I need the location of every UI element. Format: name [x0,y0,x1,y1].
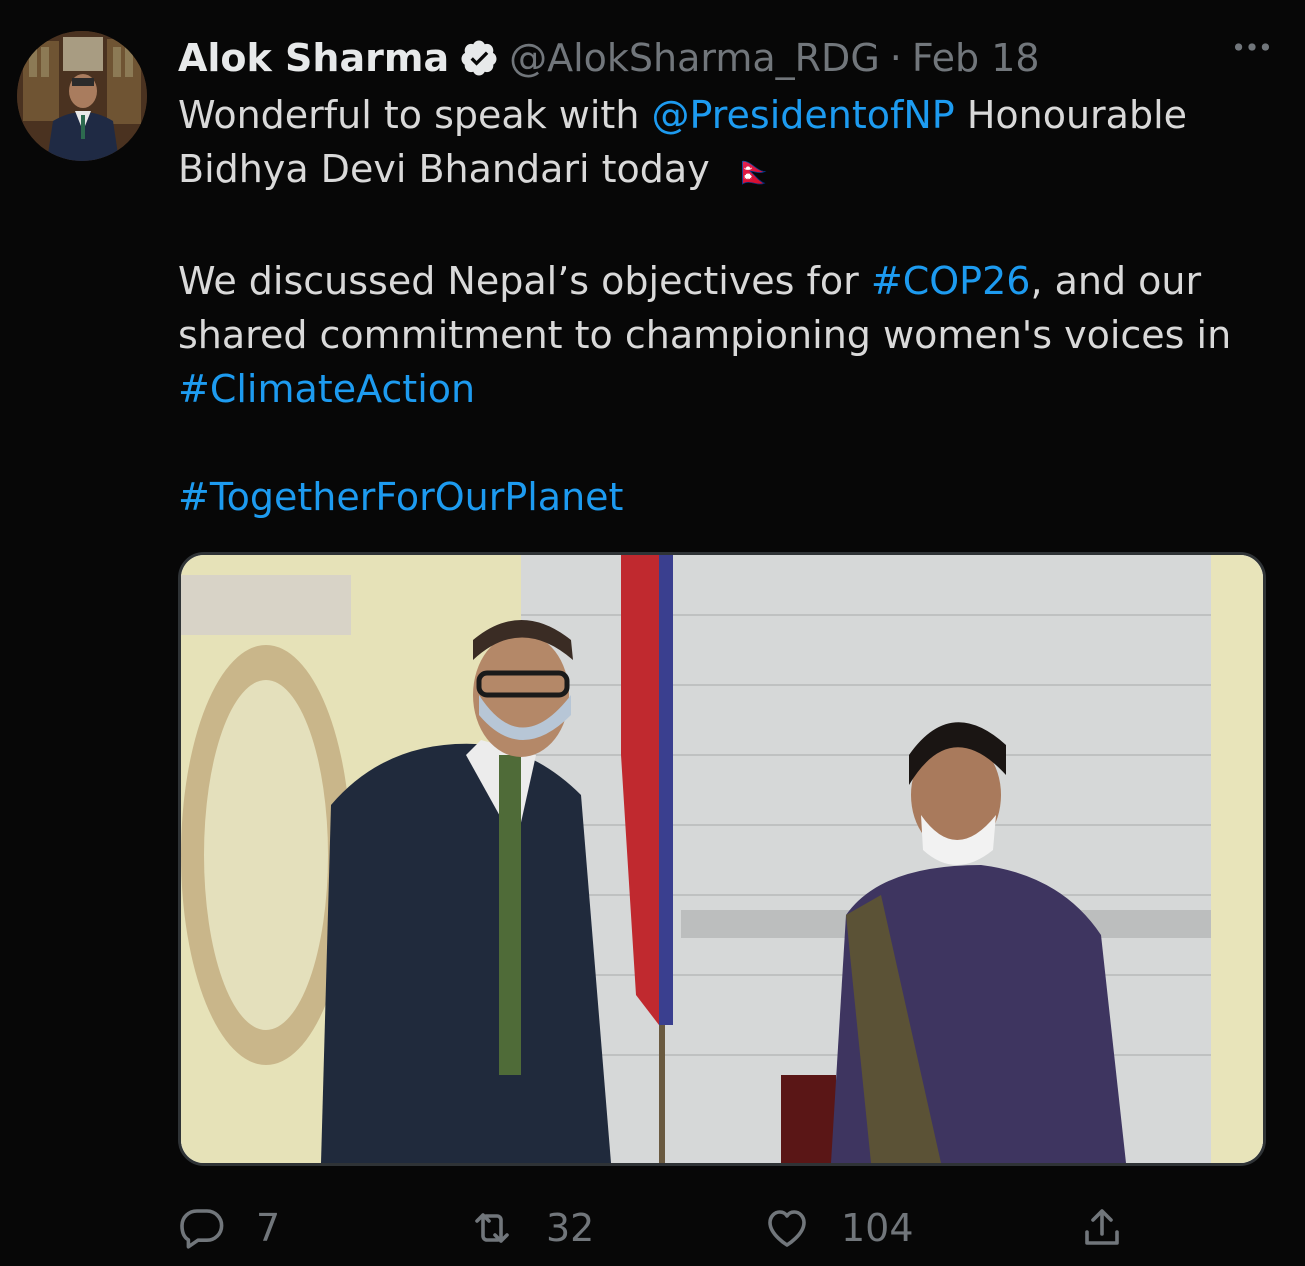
share-button[interactable] [1078,1198,1126,1258]
avatar-image [17,31,147,161]
reply-icon [180,1209,224,1249]
tweet-line-6: #TogetherForOurPlanet [178,470,1278,524]
share-icon [1085,1209,1119,1245]
photo-image [181,555,1263,1163]
tweet-line-3: We discussed Nepal’s objectives for #COP… [178,254,1278,308]
tweet-line-1: Wonderful to speak with @PresidentofNP H… [178,88,1278,142]
author-handle[interactable]: @AlokSharma_RDG [509,36,880,80]
verified-icon [461,40,497,76]
reply-count: 7 [256,1206,281,1250]
like-count: 104 [841,1206,914,1250]
tweet-card[interactable]: Alok Sharma @AlokSharma_RDG · Feb 18 Won… [0,0,1305,1266]
retweet-count: 32 [546,1206,595,1250]
tweet-photo[interactable] [178,552,1266,1166]
tweet-line-4: shared commitment to championing women's… [178,313,1232,357]
tweet-line-2: Bidhya Devi Bhandari today 🇳🇵 [178,142,1278,200]
text-segment: Honourable [954,93,1188,137]
author-name[interactable]: Alok Sharma [178,36,449,80]
nepal-flag-icon: 🇳🇵 [735,155,774,190]
text-segment: Bidhya Devi Bhandari today [178,147,710,191]
retweet-icon [475,1213,509,1243]
avatar[interactable] [17,31,147,161]
tweet-line-5: #ClimateAction [178,362,1278,416]
text-segment: Wonderful to speak with [178,93,652,137]
text-segment: , and our [1030,259,1202,303]
text-segment: We discussed Nepal’s objectives for [178,259,871,303]
reply-button[interactable]: 7 [178,1198,280,1258]
tweet-actions: 7 32 104 [178,1198,1178,1258]
heart-icon [768,1210,806,1247]
tweet-header: Alok Sharma @AlokSharma_RDG · Feb 18 [178,30,1278,86]
mention-link[interactable]: @PresidentofNP [652,93,955,137]
more-icon[interactable] [1229,24,1275,70]
hashtag-link[interactable]: #TogetherForOurPlanet [178,475,623,519]
hashtag-link[interactable]: #ClimateAction [178,367,475,411]
like-button[interactable]: 104 [763,1198,914,1258]
tweet-text: Wonderful to speak with @PresidentofNP H… [178,88,1278,524]
hashtag-link[interactable]: #COP26 [871,259,1031,303]
retweet-button[interactable]: 32 [468,1198,594,1258]
tweet-date[interactable]: Feb 18 [912,36,1040,80]
separator-dot: · [889,36,902,80]
